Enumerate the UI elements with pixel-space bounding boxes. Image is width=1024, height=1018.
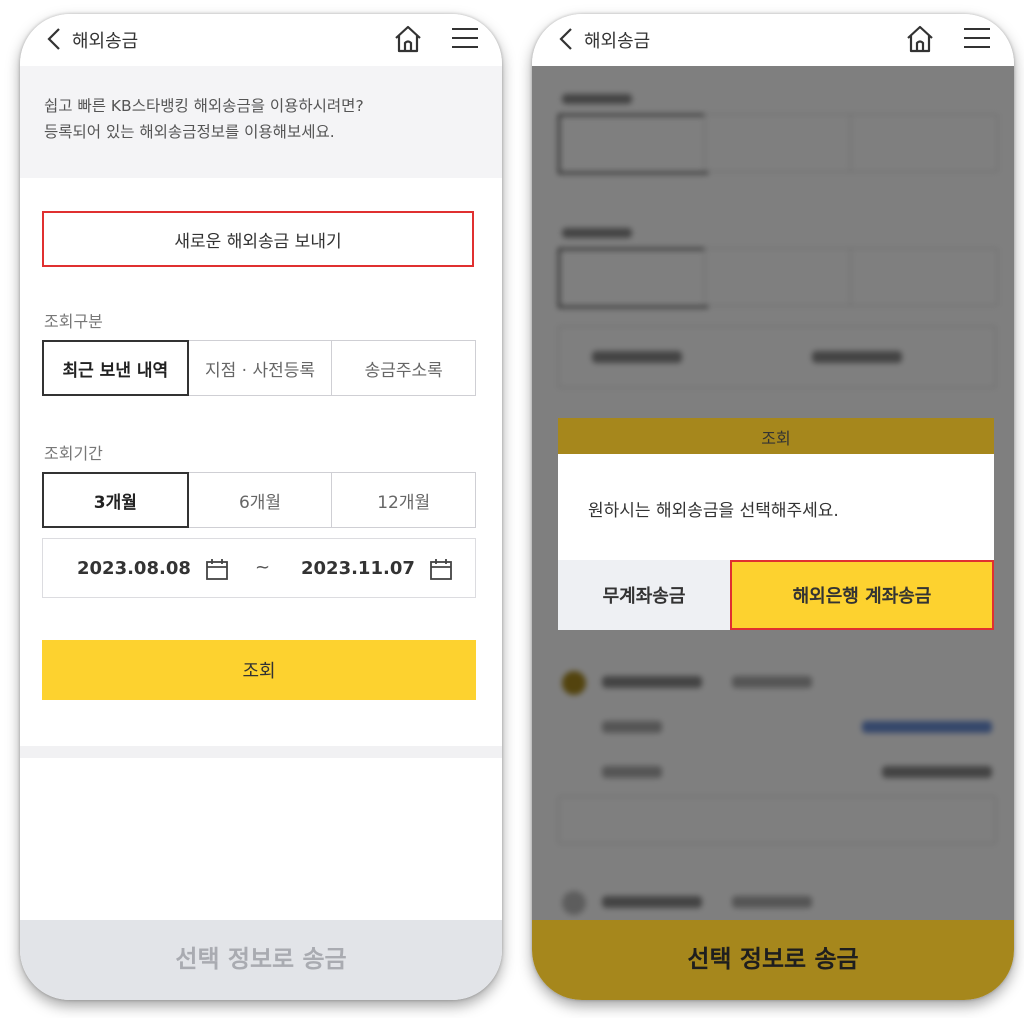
- page-title: 해외송금: [584, 31, 651, 52]
- page-title: 해외송금: [72, 31, 139, 52]
- query-type-selector: 최근 보낸 내역 지점 · 사전등록 송금주소록: [42, 340, 477, 396]
- modal-message: 원하시는 해외송금을 선택해주세요.: [588, 501, 839, 521]
- send-with-selected-button[interactable]: 선택 정보로 송금: [532, 920, 1014, 1000]
- query-period-selector: 3개월 6개월 12개월: [42, 472, 477, 528]
- query-type-recent[interactable]: 최근 보낸 내역: [42, 340, 189, 396]
- end-date[interactable]: 2023.11.07: [301, 558, 415, 579]
- section-divider: [20, 746, 502, 758]
- no-account-transfer-button[interactable]: 무계좌송금: [558, 560, 730, 630]
- phone-screen-left: 해외송금 쉽고 빠른 KB스타뱅킹 해외송금을 이용하시려면? 등록되어 있는 …: [20, 14, 502, 1000]
- query-type-branch[interactable]: 지점 · 사전등록: [187, 340, 333, 396]
- dimmed-search-button: 조회: [558, 418, 994, 456]
- period-3-months[interactable]: 3개월: [42, 472, 189, 528]
- home-icon[interactable]: [392, 23, 424, 55]
- top-nav-bar: 해외송금: [20, 14, 502, 66]
- home-icon[interactable]: [904, 23, 936, 55]
- date-separator: ~: [255, 557, 271, 578]
- period-6-months[interactable]: 6개월: [187, 472, 333, 528]
- hamburger-menu-icon[interactable]: [450, 25, 480, 51]
- notice-line-1: 쉽고 빠른 KB스타뱅킹 해외송금을 이용하시려면?: [44, 97, 364, 115]
- phone-screen-right: 해외송금 조회 원하시는 해외송금을 선택해주세요. 무계좌송금 해외은행 계좌…: [532, 14, 1014, 1000]
- top-nav-bar: 해외송금: [532, 14, 1014, 66]
- notice-line-2: 등록되어 있는 해외송금정보를 이용해보세요.: [44, 123, 335, 141]
- query-period-label: 조회기간: [44, 444, 103, 463]
- query-type-address-book[interactable]: 송금주소록: [331, 340, 477, 396]
- chevron-left-icon[interactable]: [556, 26, 576, 52]
- calendar-icon[interactable]: [205, 557, 229, 581]
- date-range: 2023.08.08 ~ 2023.11.07: [42, 538, 476, 598]
- search-button[interactable]: 조회: [42, 640, 476, 700]
- overseas-bank-transfer-button[interactable]: 해외은행 계좌송금: [730, 560, 994, 630]
- start-date[interactable]: 2023.08.08: [77, 558, 191, 579]
- query-type-label: 조회구분: [44, 312, 103, 331]
- calendar-icon[interactable]: [429, 557, 453, 581]
- hamburger-menu-icon[interactable]: [962, 25, 992, 51]
- send-with-selected-button[interactable]: 선택 정보로 송금: [20, 920, 502, 1000]
- info-notice: 쉽고 빠른 KB스타뱅킹 해외송금을 이용하시려면? 등록되어 있는 해외송금정…: [20, 66, 502, 178]
- period-12-months[interactable]: 12개월: [331, 472, 477, 528]
- new-transfer-button[interactable]: 새로운 해외송금 보내기: [42, 211, 474, 267]
- transfer-type-modal: 원하시는 해외송금을 선택해주세요. 무계좌송금 해외은행 계좌송금: [558, 454, 994, 630]
- chevron-left-icon[interactable]: [44, 26, 64, 52]
